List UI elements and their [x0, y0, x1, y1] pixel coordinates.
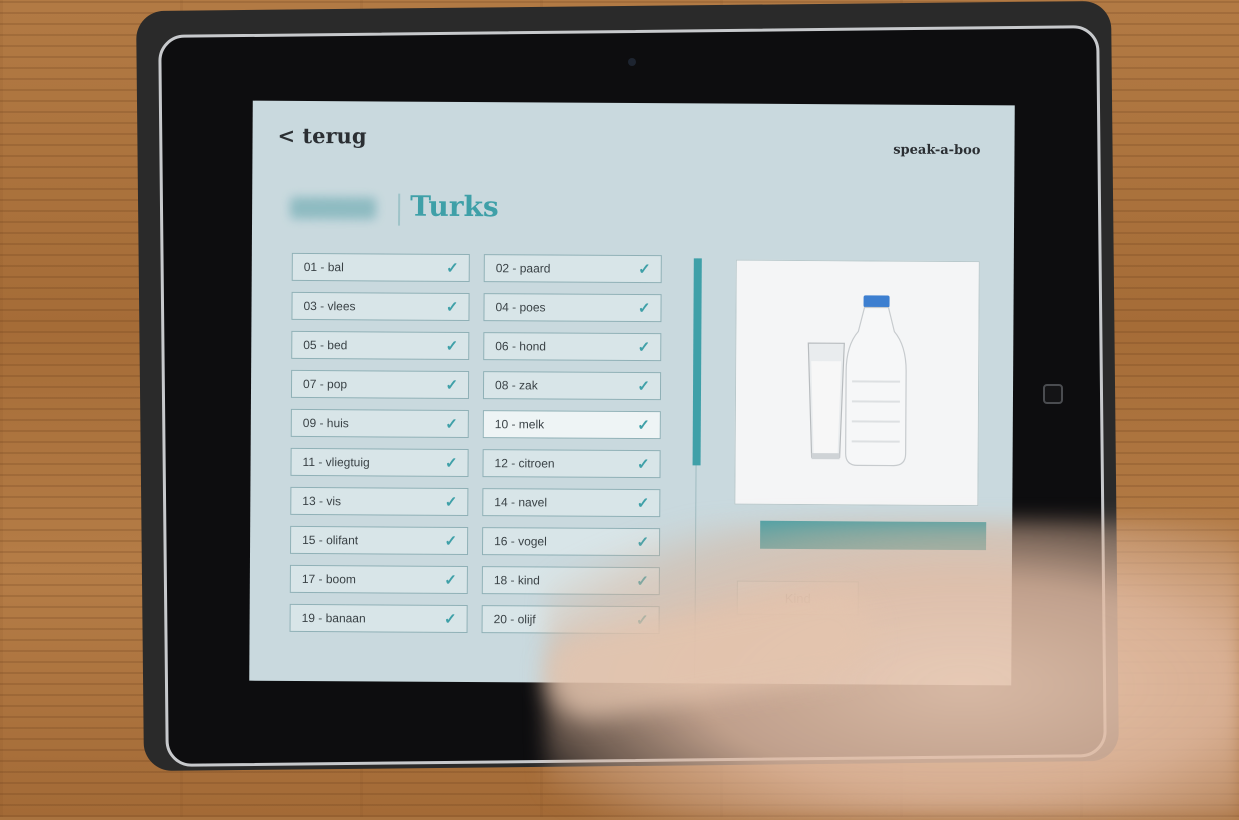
word-item[interactable]: 18 - kind ✓: [481, 566, 660, 596]
word-item[interactable]: 16 - vogel ✓: [482, 527, 661, 557]
word-item[interactable]: 04 - poes ✓: [483, 293, 662, 323]
page-title: Turks: [410, 189, 499, 224]
checkmark-icon: ✓: [445, 298, 459, 316]
word-item[interactable]: 19 - banaan ✓: [289, 603, 468, 633]
checkmark-icon: ✓: [444, 571, 457, 589]
word-label: 08 - zak: [495, 378, 538, 393]
word-label: 07 - pop: [303, 376, 348, 392]
word-label: 20 - olijf: [493, 612, 536, 627]
checkmark-icon: ✓: [444, 532, 458, 550]
word-list: 01 - bal ✓ 02 - paard ✓ 03 - vlees ✓ 04 - poes…: [289, 252, 664, 635]
word-label: 02 - paard: [495, 261, 551, 276]
checkmark-icon: ✓: [445, 415, 458, 433]
word-item[interactable]: 05 - bed ✓: [291, 330, 470, 361]
answer-option-button[interactable]: Kind: [736, 580, 859, 616]
checkmark-icon: ✓: [638, 261, 651, 279]
checkmark-icon: ✓: [636, 573, 649, 591]
checkmark-icon: ✓: [636, 495, 650, 513]
checkmark-icon: ✓: [636, 534, 650, 552]
word-item[interactable]: 01 - bal ✓: [291, 252, 470, 283]
checkmark-icon: ✓: [635, 612, 649, 630]
checkmark-icon: ✓: [637, 378, 651, 396]
word-item[interactable]: 13 - vis ✓: [290, 486, 469, 517]
scrollbar-thumb[interactable]: [692, 258, 702, 466]
checkmark-icon: ✓: [446, 259, 459, 277]
checkmark-icon: ✓: [443, 610, 457, 628]
word-label: 17 - boom: [301, 571, 356, 587]
word-item[interactable]: 11 - vliegtuig ✓: [290, 447, 469, 478]
word-label: 01 - bal: [303, 259, 344, 275]
checkmark-icon: ✓: [444, 454, 458, 472]
tab-divider: [398, 193, 401, 226]
home-button-icon[interactable]: [1043, 384, 1063, 404]
word-label: 15 - olifant: [302, 532, 359, 548]
word-label: 10 - melk: [494, 417, 545, 432]
app-screen: < terug speak-a-boo Turks 01 - bal ✓ 02 - …: [249, 100, 1015, 686]
word-item[interactable]: 02 - paard ✓: [483, 254, 662, 284]
word-item[interactable]: 10 - melk ✓: [482, 410, 661, 440]
checkmark-icon: ✓: [445, 337, 459, 355]
checkmark-icon: ✓: [636, 456, 650, 474]
word-label: 06 - hond: [495, 339, 547, 354]
word-item[interactable]: 09 - huis ✓: [290, 408, 469, 439]
checkmark-icon: ✓: [637, 300, 651, 318]
word-item[interactable]: 08 - zak ✓: [482, 371, 662, 401]
word-item[interactable]: 03 - vlees ✓: [291, 291, 470, 322]
word-label: 16 - vogel: [494, 534, 547, 549]
word-item[interactable]: 07 - pop ✓: [290, 369, 470, 400]
word-label: 12 - citroen: [494, 456, 555, 471]
word-item[interactable]: 06 - hond ✓: [483, 332, 662, 362]
tab-blurred-language[interactable]: [290, 196, 377, 220]
word-label: 03 - vlees: [303, 298, 356, 314]
word-item[interactable]: 12 - citroen ✓: [482, 449, 661, 479]
play-button[interactable]: [760, 520, 987, 551]
word-label: 11 - vliegtuig: [302, 454, 370, 470]
brand-logo: speak-a-boo: [893, 142, 981, 159]
word-label: 05 - bed: [303, 337, 348, 353]
word-label: 19 - banaan: [301, 610, 366, 626]
milk-image: [735, 260, 979, 506]
checkmark-icon: ✓: [444, 493, 458, 511]
word-label: 18 - kind: [493, 573, 540, 588]
word-item[interactable]: 20 - olijf ✓: [481, 605, 660, 635]
word-item[interactable]: 14 - navel ✓: [482, 488, 661, 518]
back-button[interactable]: < terug: [277, 123, 366, 149]
word-image-card: [734, 259, 980, 507]
word-label: 09 - huis: [302, 415, 349, 431]
checkmark-icon: ✓: [637, 339, 651, 357]
word-item[interactable]: 17 - boom ✓: [289, 564, 468, 595]
word-label: 04 - poes: [495, 300, 546, 315]
camera-icon: [628, 58, 636, 66]
checkmark-icon: ✓: [637, 417, 650, 435]
checkmark-icon: ✓: [445, 376, 459, 394]
word-label: 14 - navel: [494, 495, 548, 510]
word-label: 13 - vis: [302, 493, 342, 509]
word-item[interactable]: 15 - olifant ✓: [290, 525, 469, 556]
